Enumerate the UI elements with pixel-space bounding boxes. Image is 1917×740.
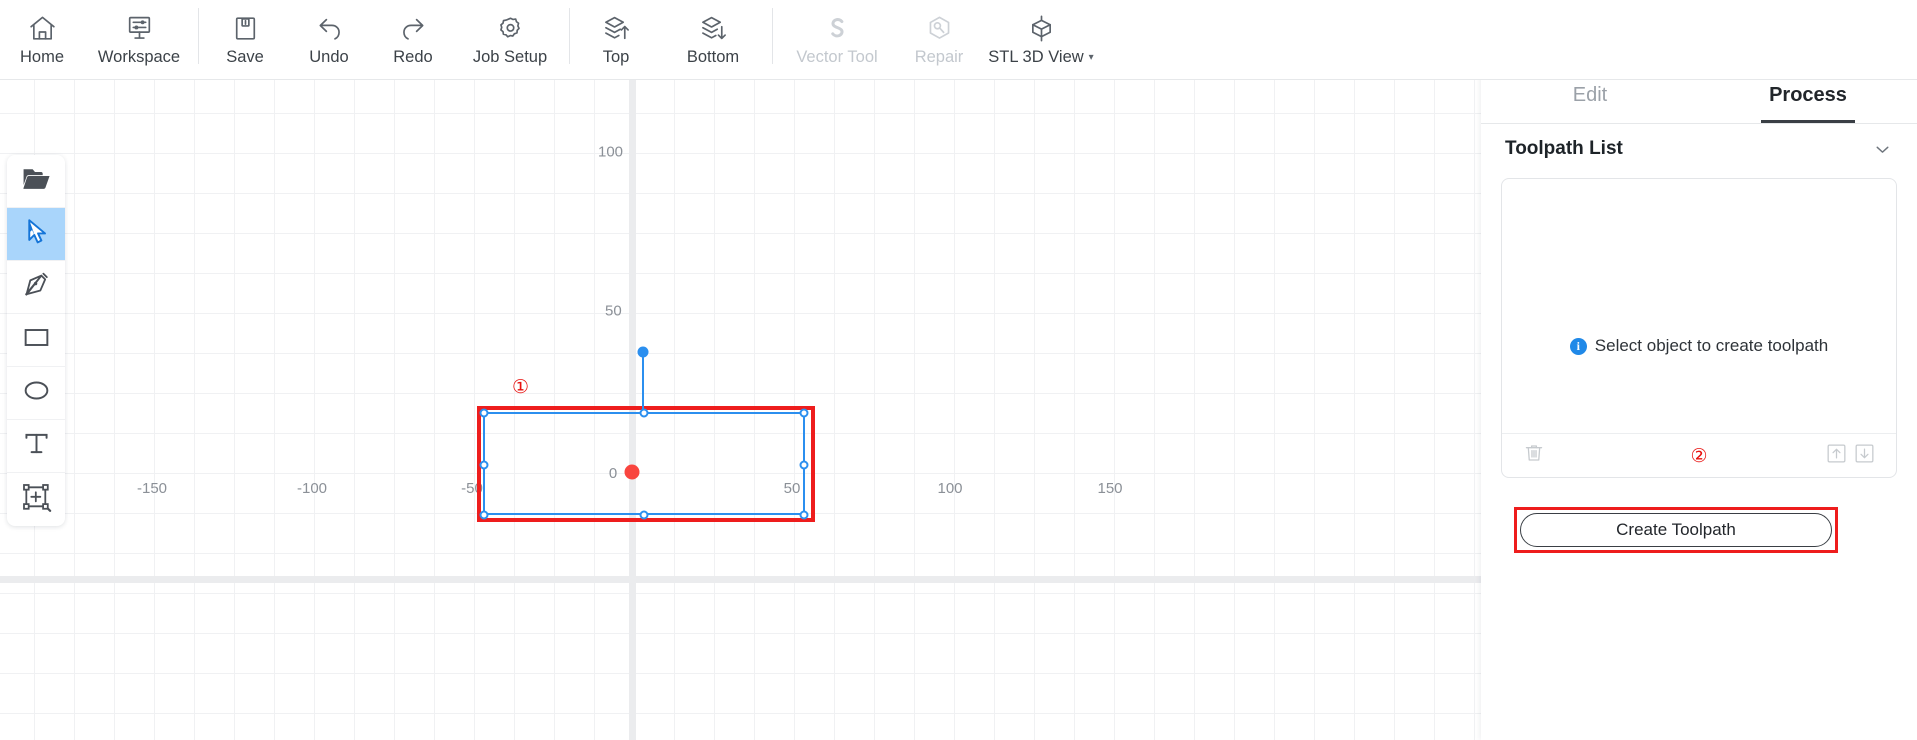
selected-object-bounds[interactable] [483,412,805,515]
resize-handle-bottom-left[interactable] [479,510,489,520]
toolbar-redo-label: Redo [393,48,433,66]
resize-handle-middle-right[interactable] [799,460,809,470]
toolbar-workspace-label: Workspace [97,48,181,66]
toolbar-bottom-label: Bottom [686,48,740,66]
sidebar-item-select-tool[interactable] [7,208,65,261]
toolpath-empty-state: i Select object to create toolpath [1502,179,1896,433]
undo-icon [314,11,345,45]
ellipse-icon [21,375,52,411]
toolpath-list-title: Toolpath List [1505,138,1623,159]
toolbar-save-button[interactable]: Save [203,0,287,72]
toolbar-undo-label: Undo [309,48,349,66]
chevron-down-icon[interactable]: ▾ [1089,52,1094,63]
resize-handle-bottom-center[interactable] [639,510,649,520]
toolbar-job-setup-label: Job Setup [472,48,548,66]
sidebar-item-open-file[interactable] [7,155,65,208]
annotation-highlight-create-toolpath: Create Toolpath [1514,507,1838,553]
arrow-down-box-icon [1853,442,1876,470]
x-tick-label: -100 [296,480,328,497]
toolbar-undo-button[interactable]: Undo [287,0,371,72]
toolbar-home-button[interactable]: Home [0,0,84,72]
toolbar-stl-3d-view-label: STL 3D View ▾ [988,47,1093,70]
text-t-icon [21,428,52,464]
redo-icon [398,11,429,45]
sidebar-item-text-tool[interactable] [7,420,65,473]
rotation-stem [642,353,644,413]
repair-wrench-icon [924,11,955,45]
toolpath-action-bar: ② [1502,433,1896,477]
trash-icon [1523,442,1545,469]
toolbar-workspace-button[interactable]: Workspace [84,0,194,72]
toolbar-group-tools: Vector Tool Repair STL 3D View ▾ [777,0,1101,78]
rotation-handle[interactable] [637,346,649,358]
sidebar-item-pen-tool[interactable] [7,261,65,314]
right-panel: Edit Process Toolpath List i Select obje… [1481,68,1917,740]
layers-down-icon [698,11,729,45]
toolbar-stl-3d-view-button[interactable]: STL 3D View ▾ [981,0,1101,72]
rectangle-icon [21,322,52,358]
resize-handle-top-right[interactable] [799,408,809,418]
toolpath-list-card: i Select object to create toolpath ② Cre… [1501,178,1897,553]
toolbar-save-label: Save [226,48,264,66]
annotation-marker-1: ① [512,376,530,398]
folder-open-icon [20,162,53,200]
annotation-marker-2: ② [1690,444,1708,467]
toolbar-repair-button[interactable]: Repair [897,0,981,72]
sidebar-item-ellipse-tool[interactable] [7,367,65,420]
toolbar-divider-3 [772,8,773,64]
create-toolpath-button[interactable]: Create Toolpath [1520,513,1832,547]
home-icon [27,11,58,45]
toolbar-home-label: Home [19,48,64,66]
pen-nib-icon [21,269,52,305]
y-tick-label: 100 [598,143,624,161]
y-tick-label: 50 [605,302,622,320]
gear-icon [495,11,526,45]
sidebar-item-insert-object-tool[interactable] [7,473,65,526]
sidebar-item-rectangle-tool[interactable] [7,314,65,367]
left-tool-rail [7,155,65,526]
toolbar-vector-tool-button[interactable]: Vector Tool [777,0,897,72]
empty-state-text: Select object to create toolpath [1594,336,1829,355]
toolbar-top-label: Top [602,48,630,66]
toolbar-group-view: Top Bottom [574,0,768,78]
toolbar-job-setup-button[interactable]: Job Setup [455,0,565,72]
save-icon [230,11,261,45]
layers-up-icon [601,11,632,45]
move-down-button[interactable] [1850,442,1878,470]
arrow-up-box-icon [1825,442,1848,470]
resize-handle-top-center[interactable] [639,408,649,418]
empty-state-message: i Select object to create toolpath [1569,259,1829,433]
resize-handle-bottom-right[interactable] [799,510,809,520]
vector-tool-icon [822,11,853,45]
toolpath-list-header: Toolpath List [1481,124,1917,174]
toolbar-divider-1 [198,8,199,64]
top-toolbar: Home Workspace Save Undo Redo Job Setup … [0,0,1917,80]
toolbar-stl-3d-view-text: STL 3D View [988,48,1084,66]
cursor-arrow-icon [21,216,52,252]
insert-frame-plus-icon [20,481,53,519]
toolbar-vector-tool-label: Vector Tool [796,48,878,66]
x-tick-label: 150 [1097,480,1123,497]
cube-icon [1026,11,1057,45]
toolbar-repair-label: Repair [914,48,964,66]
origin-dot[interactable] [624,464,640,480]
resize-handle-top-left[interactable] [479,408,489,418]
info-icon: i [1569,337,1587,355]
chevron-down-icon[interactable] [1872,139,1893,160]
x-tick-label: 100 [937,480,963,497]
delete-toolpath-button[interactable] [1520,442,1548,470]
toolbar-top-button[interactable]: Top [574,0,658,72]
toolbar-bottom-button[interactable]: Bottom [658,0,768,72]
move-up-button[interactable] [1822,442,1850,470]
resize-handle-middle-left[interactable] [479,460,489,470]
workspace-icon [124,11,155,45]
toolbar-redo-button[interactable]: Redo [371,0,455,72]
toolbar-group-file: Home Workspace [0,0,194,78]
toolbar-divider-2 [569,8,570,64]
x-tick-label: -150 [136,480,168,497]
toolbar-group-edit: Save Undo Redo Job Setup [203,0,565,78]
